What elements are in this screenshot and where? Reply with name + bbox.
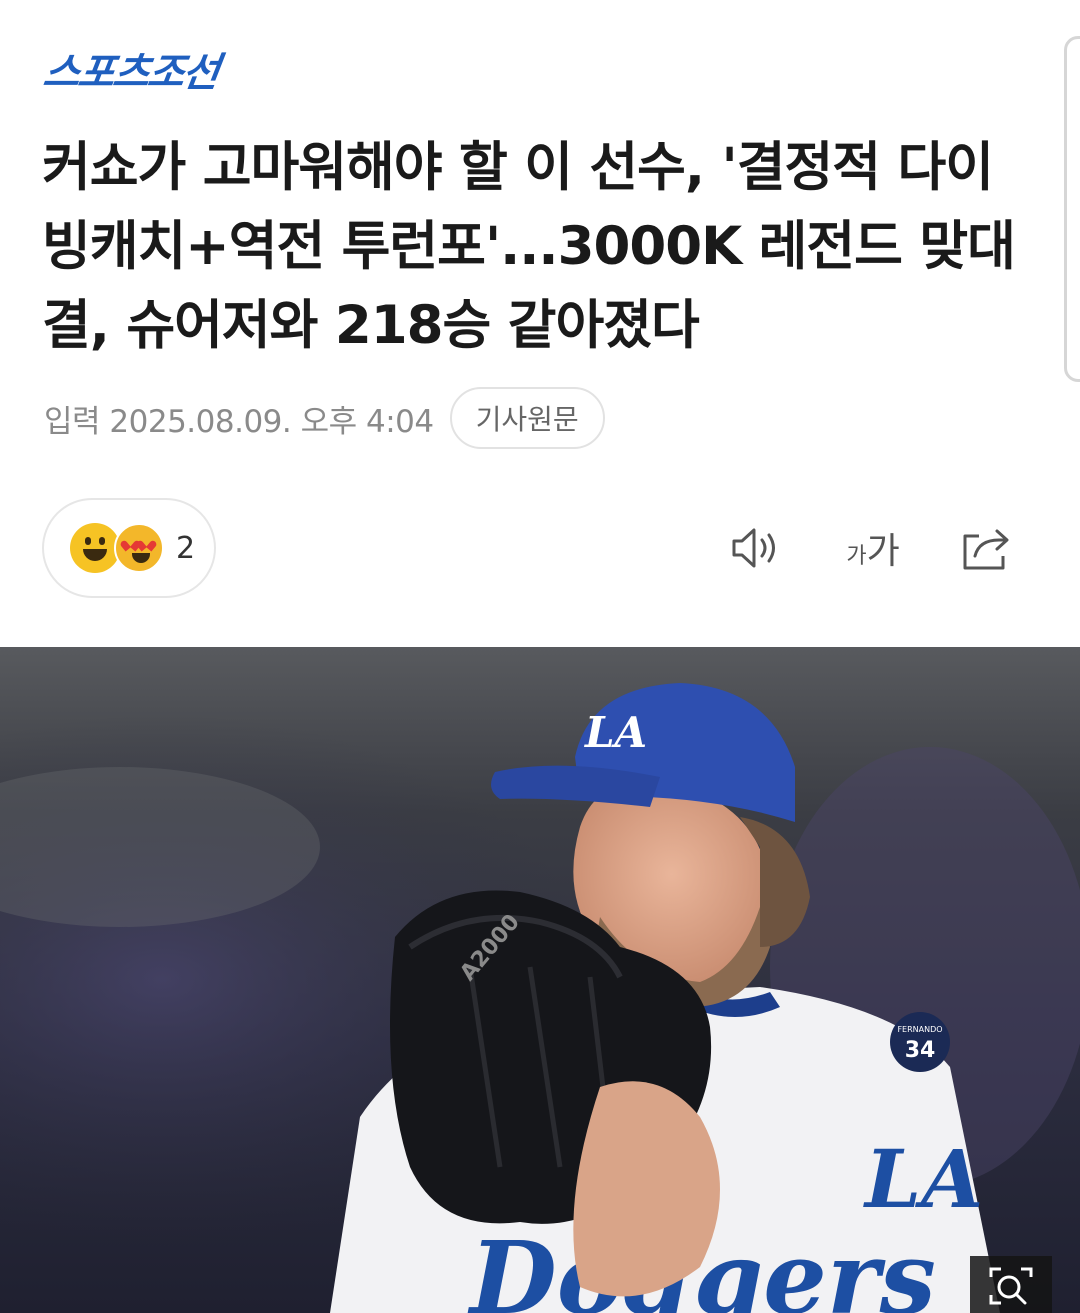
article-page: 스포츠조선 커쇼가 고마워해야 할 이 선수, '결정적 다이빙캐치+역전 투런… [0, 0, 1080, 1313]
svg-text:FERNANDO: FERNANDO [897, 1025, 942, 1034]
site-logo[interactable]: 스포츠조선 [40, 40, 222, 98]
photo-zoom-button[interactable] [970, 1256, 1052, 1313]
font-size-label: 가가 [846, 531, 900, 572]
font-size-button[interactable]: 가가 [838, 520, 908, 576]
article-meta: 입력 2025.08.09. 오후 4:04 기사원문 [44, 386, 605, 450]
zoom-icon [989, 1267, 1033, 1305]
svg-text:34: 34 [905, 1038, 936, 1063]
article-photo[interactable]: FERNANDO 34 LA Dodgers LA A2000 [0, 647, 1080, 1313]
heart-eyes-emoji-icon [114, 523, 164, 573]
share-icon [963, 529, 1009, 570]
original-article-button[interactable]: 기사원문 [449, 387, 605, 449]
publish-date: 입력 2025.08.09. 오후 4:04 [44, 403, 434, 440]
reaction-button[interactable]: 2 [42, 498, 216, 598]
side-panel-edge[interactable] [1064, 36, 1080, 382]
memorial-patch: FERNANDO 34 [890, 1012, 950, 1072]
text-to-speech-button[interactable] [726, 520, 786, 576]
cap-logo: LA [584, 708, 647, 757]
share-button[interactable] [956, 520, 1016, 576]
speaker-icon [732, 528, 775, 568]
sleeve-logo: LA [863, 1132, 983, 1226]
article-title: 커쇼가 고마워해야 할 이 선수, '결정적 다이빙캐치+역전 투런포'...3… [42, 137, 1016, 356]
reaction-count: 2 [176, 530, 196, 566]
smile-emoji-icon [70, 523, 120, 573]
